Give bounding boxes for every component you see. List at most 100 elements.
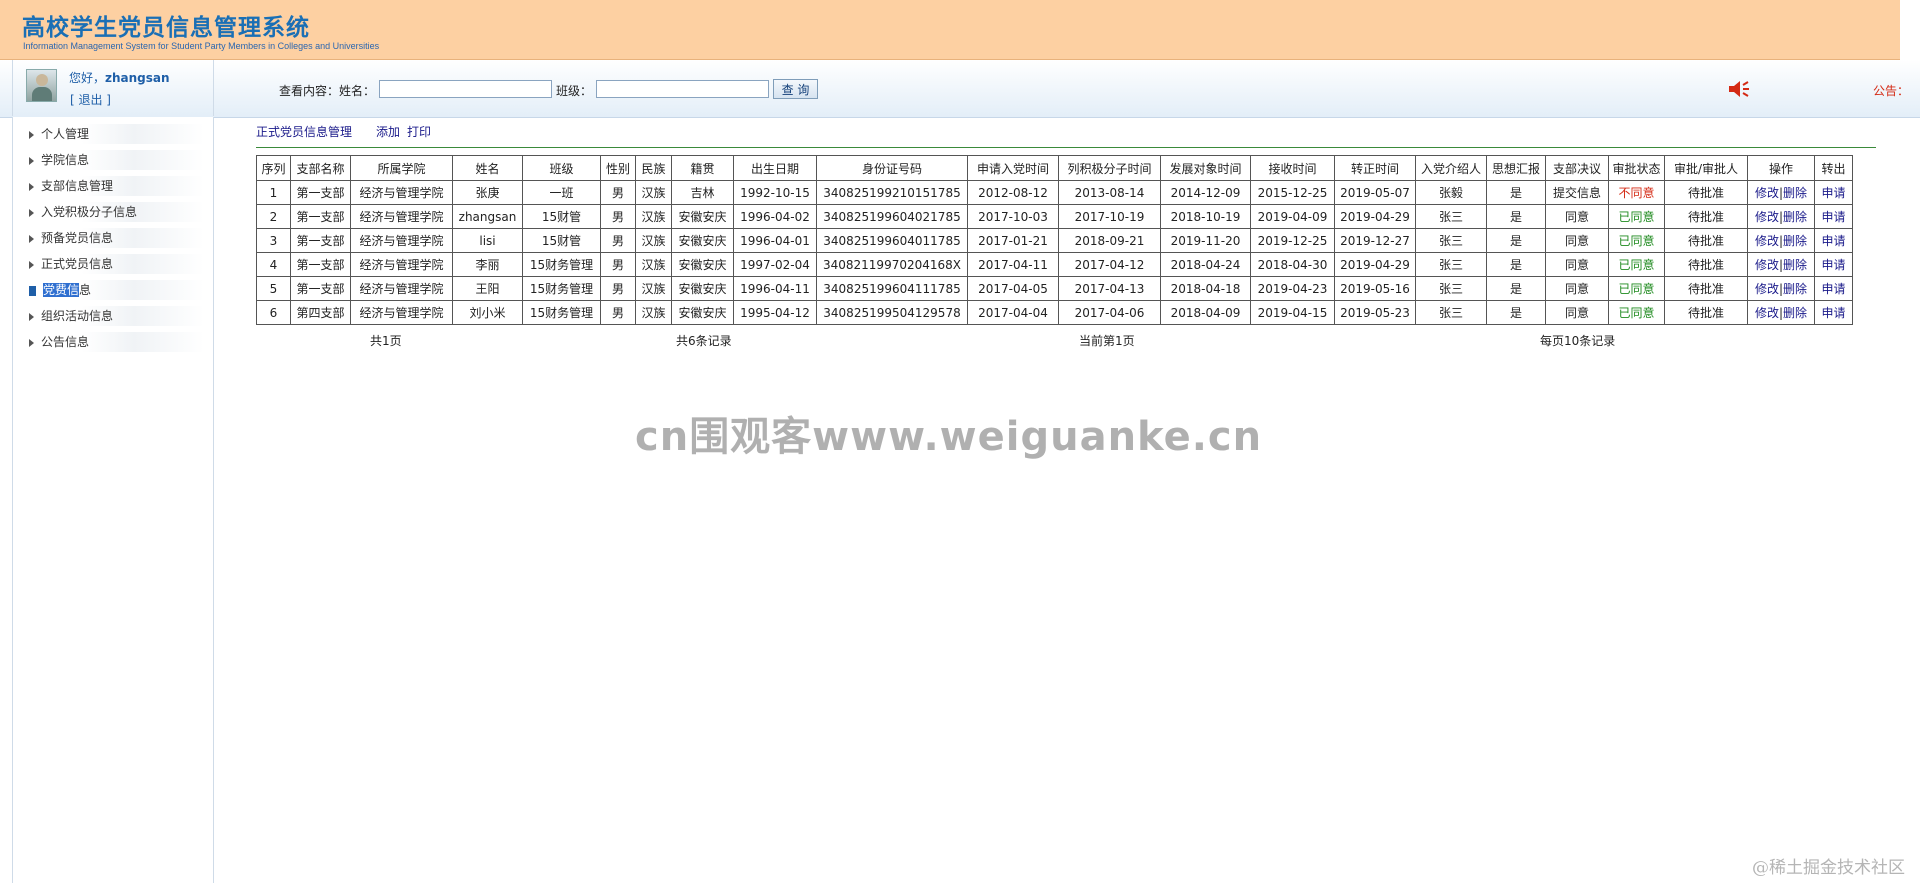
delete-link[interactable]: 删除 (1783, 186, 1807, 200)
delete-link[interactable]: 删除 (1783, 282, 1807, 296)
table-cell: 2018-10-19 (1160, 204, 1251, 229)
status-cell: 已同意 (1608, 204, 1665, 229)
sidebar-item-notices[interactable]: 公告信息 (29, 332, 204, 352)
column-header: 籍贯 (671, 155, 734, 181)
edit-link[interactable]: 修改 (1755, 186, 1779, 200)
table-cell: 15财管 (522, 228, 601, 253)
caret-right-icon (29, 234, 34, 243)
table-cell: 男 (600, 228, 636, 253)
table-cell: 安徽安庆 (671, 204, 734, 229)
edit-link[interactable]: 修改 (1755, 306, 1779, 320)
operation-cell: 修改|删除 (1747, 180, 1815, 205)
table-cell: 男 (600, 252, 636, 277)
breadcrumb[interactable]: 正式党员信息管理 (256, 123, 352, 140)
column-header: 所属学院 (350, 155, 453, 181)
query-button[interactable]: 查 询 (773, 79, 818, 99)
apply-link[interactable]: 申请 (1821, 282, 1845, 296)
table-cell: 汉族 (635, 300, 672, 325)
edit-link[interactable]: 修改 (1755, 282, 1779, 296)
name-input[interactable] (379, 80, 552, 98)
delete-link[interactable]: 删除 (1783, 258, 1807, 272)
table-row: 1 第一支部 经济与管理学院 张庚 一班男汉族 吉林 1992-10-15 340825199… (256, 180, 1853, 205)
sidebar-item-personal[interactable]: 个人管理 (29, 124, 204, 144)
table-cell: 安徽安庆 (671, 228, 734, 253)
column-header: 申请入党时间 (967, 155, 1059, 181)
sidebar-item-dues[interactable]: 党费信息 (29, 280, 204, 300)
table-cell: zhangsan (452, 204, 523, 229)
table-cell: 是 (1486, 276, 1546, 301)
table-cell: 2017-10-03 (967, 204, 1059, 229)
table-cell: 2018-04-24 (1160, 252, 1251, 277)
sidebar-item-full-members[interactable]: 正式党员信息 (29, 254, 204, 274)
notice-label[interactable]: 公告： (1873, 82, 1909, 99)
table-cell: 张三 (1415, 276, 1487, 301)
apply-link[interactable]: 申请 (1821, 234, 1845, 248)
caret-right-icon (29, 156, 34, 165)
sidebar-item-label: 预备党员信息 (41, 231, 114, 245)
delete-link[interactable]: 删除 (1783, 210, 1807, 224)
sidebar-item-label: 公告信息 (41, 335, 90, 349)
edit-link[interactable]: 修改 (1755, 210, 1779, 224)
column-header: 序列 (256, 155, 291, 181)
edit-link[interactable]: 修改 (1755, 258, 1779, 272)
table-cell: 2014-12-09 (1160, 180, 1251, 205)
table-row: 3 第一支部 经济与管理学院 lisi 15财管男汉族 安徽安庆 1996-04-01 340… (256, 228, 1853, 253)
table-cell: 张三 (1415, 300, 1487, 325)
table-cell: 是 (1486, 204, 1546, 229)
sidebar-item-branch[interactable]: 支部信息管理 (29, 176, 204, 196)
table-cell: 2017-04-04 (967, 300, 1059, 325)
edit-link[interactable]: 修改 (1755, 234, 1779, 248)
table-cell: 第一支部 (290, 276, 351, 301)
table-cell: 2017-04-12 (1058, 252, 1161, 277)
table-cell: 待批准 (1664, 300, 1748, 325)
table-cell: 2017-01-21 (967, 228, 1059, 253)
sidebar-item-probationary[interactable]: 预备党员信息 (29, 228, 204, 248)
sidebar-item-activities[interactable]: 组织活动信息 (29, 306, 204, 326)
delete-link[interactable]: 删除 (1783, 306, 1807, 320)
table-cell: 王阳 (452, 276, 523, 301)
table-cell: 同意 (1545, 252, 1609, 277)
table-cell: 第四支部 (290, 300, 351, 325)
add-link[interactable]: 添加 (376, 123, 400, 140)
table-cell: 15财务管理 (522, 276, 601, 301)
app-subtitle: Information Management System for Studen… (23, 41, 380, 51)
table-cell: 同意 (1545, 204, 1609, 229)
sidebar: 个人管理 学院信息 支部信息管理 入党积极分子信息 预备党员信息 正式党员信息 … (12, 117, 214, 883)
logout-link[interactable]: [ 退出 ] (70, 91, 111, 108)
class-input[interactable] (596, 80, 769, 98)
table-cell: 15财务管理 (522, 300, 601, 325)
sidebar-item-college[interactable]: 学院信息 (29, 150, 204, 170)
print-link[interactable]: 打印 (407, 123, 431, 140)
app-title: 高校学生党员信息管理系统 (22, 14, 310, 41)
column-header: 班级 (522, 155, 601, 181)
operation-cell: 修改|删除 (1747, 300, 1815, 325)
apply-link[interactable]: 申请 (1821, 210, 1845, 224)
sidebar-item-activists[interactable]: 入党积极分子信息 (29, 202, 204, 222)
apply-link[interactable]: 申请 (1821, 258, 1845, 272)
sidebar-item-label: 组织活动信息 (41, 309, 114, 323)
table-cell: 刘小米 (452, 300, 523, 325)
delete-link[interactable]: 删除 (1783, 234, 1807, 248)
table-cell: 2018-04-09 (1160, 300, 1251, 325)
transfer-cell: 申请 (1814, 204, 1853, 229)
table-cell: 经济与管理学院 (350, 204, 453, 229)
transfer-cell: 申请 (1814, 228, 1853, 253)
table-cell: lisi (452, 228, 523, 253)
user-greeting: 您好，zhangsan (69, 69, 170, 86)
table-cell: 2019-05-23 (1334, 300, 1416, 325)
table-cell: 2019-04-23 (1250, 276, 1335, 301)
operation-cell: 修改|删除 (1747, 276, 1815, 301)
apply-link[interactable]: 申请 (1821, 306, 1845, 320)
table-row: 6 第四支部 经济与管理学院 刘小米 15财务管理男汉族 安徽安庆 1995-04-12 34… (256, 300, 1853, 325)
table-cell: 张三 (1415, 252, 1487, 277)
table-cell: 经济与管理学院 (350, 300, 453, 325)
column-header: 性别 (600, 155, 636, 181)
table-cell: 1997-02-04 (733, 252, 817, 277)
column-header: 支部名称 (290, 155, 351, 181)
apply-link[interactable]: 申请 (1821, 186, 1845, 200)
table-cell: 1996-04-11 (733, 276, 817, 301)
banner-edge (1900, 0, 1920, 60)
operation-cell: 修改|删除 (1747, 204, 1815, 229)
table-cell: 34082119970204168X (816, 252, 968, 277)
table-cell: 汉族 (635, 276, 672, 301)
